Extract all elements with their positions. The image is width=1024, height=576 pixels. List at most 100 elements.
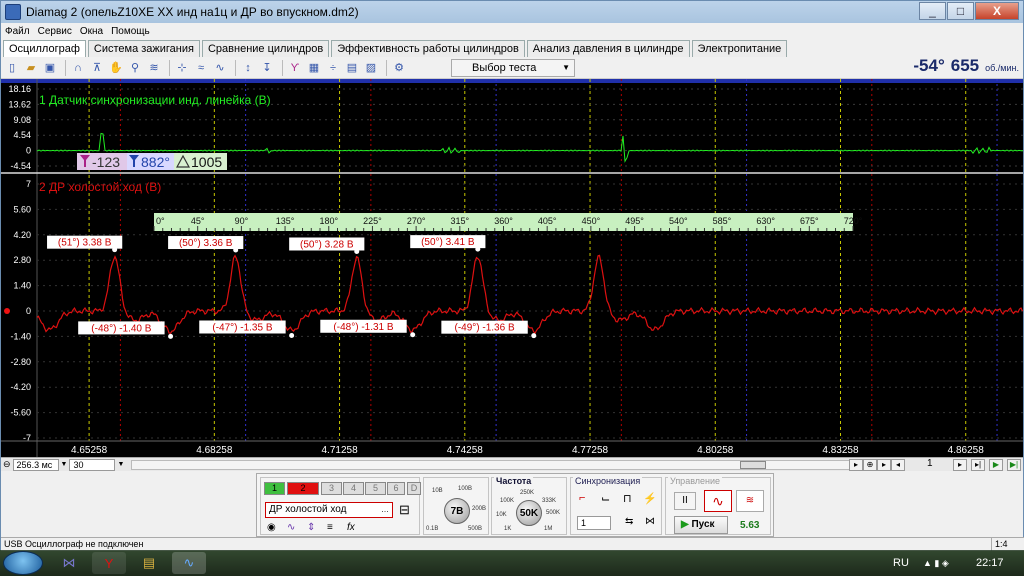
split-icon[interactable]: ⊹ xyxy=(174,60,190,76)
save-icon[interactable]: ▣ xyxy=(42,60,58,76)
sync-group: Синхронизация ⌐ ⌙ ⊓ ⚡ 1 ⇆ ⋈ xyxy=(570,476,662,535)
next-page-button[interactable]: ▸ xyxy=(953,459,967,471)
taskbar-app-yandex[interactable]: Y xyxy=(92,552,126,574)
scroll-thumb[interactable] xyxy=(740,461,766,469)
ch1-label: 1 Датчик синхронизации инд. линейка (В) xyxy=(39,93,271,107)
wave-icon[interactable]: ∿ xyxy=(287,522,295,533)
time-scrollbar[interactable] xyxy=(131,460,851,470)
test-select[interactable]: Выбор теста ▼ xyxy=(451,59,575,77)
tray-icons[interactable]: ▲ ▮ ◈ xyxy=(923,550,949,576)
channel-tab-d[interactable]: D xyxy=(407,482,421,495)
maximize-button[interactable]: □ xyxy=(947,2,974,20)
channel-tab-2[interactable]: 2 xyxy=(287,482,319,495)
freq-label-1k: 1K xyxy=(504,526,512,532)
count-select[interactable]: 30 xyxy=(69,458,116,471)
frequency-knob[interactable]: 50K xyxy=(516,500,542,526)
note-icon[interactable]: ▤ xyxy=(344,60,360,76)
ch2-zero-marker xyxy=(4,308,10,314)
layers-icon[interactable]: ≋ xyxy=(146,60,162,76)
manage-group: Управление II ∿ ≋ ▶ Пуск 5.63 xyxy=(665,476,771,535)
frequency-group: Частота 50K 250K 100K 333K 500K 10K 1M 1… xyxy=(491,476,567,535)
page-number: 1 xyxy=(927,458,933,469)
zoom-icon[interactable]: ⚲ xyxy=(127,60,143,76)
angle-ruler-label: 585° xyxy=(713,216,732,226)
table-icon[interactable]: ▦ xyxy=(306,60,322,76)
pause-button[interactable]: II xyxy=(674,492,696,510)
function-icon[interactable]: fx xyxy=(347,522,355,533)
sync-falling-icon[interactable]: ⌙ xyxy=(601,492,610,505)
tab-power[interactable]: Электропитание xyxy=(691,40,788,57)
cursor-measure-icon[interactable]: ∩ xyxy=(70,60,86,76)
menu-help[interactable]: Помощь xyxy=(107,24,154,39)
play-end-button[interactable]: ▶| xyxy=(1007,459,1021,471)
channel-tab-4[interactable]: 4 xyxy=(343,482,364,495)
channel-select[interactable]: ДР холостой ход … xyxy=(265,502,393,518)
scale-icon[interactable]: ⇕ xyxy=(307,522,315,533)
eye-icon[interactable]: ◉ xyxy=(267,522,276,533)
image-icon[interactable]: ▨ xyxy=(363,60,379,76)
channel-tab-1[interactable]: 1 xyxy=(264,482,285,495)
tab-oscilloscope[interactable]: Осциллограф xyxy=(3,40,86,57)
play-button[interactable]: ▶ xyxy=(989,459,1003,471)
sync-arrows-icon[interactable]: ⇆ xyxy=(625,516,633,527)
sync-auto-icon[interactable]: ⚡ xyxy=(643,492,657,505)
tab-pressure-analysis[interactable]: Анализ давления в цилиндре xyxy=(526,40,690,57)
timebase-select[interactable]: 256.3 мс xyxy=(12,458,59,471)
angle-ruler-label: 360° xyxy=(494,216,513,226)
sync-channel-value: 1 xyxy=(581,518,587,528)
menu-file[interactable]: Файл xyxy=(1,24,34,39)
tab-cylinder-compare[interactable]: Сравнение цилиндров xyxy=(201,40,330,57)
wave-compare-icon[interactable]: ∿ xyxy=(212,60,228,76)
sync-rising-icon[interactable]: ⌐ xyxy=(579,492,585,504)
zero-icon[interactable]: ↧ xyxy=(259,60,275,76)
menu-service[interactable]: Сервис xyxy=(34,24,76,39)
pulse-mode-button[interactable]: ≋ xyxy=(736,490,764,512)
sync-level-icon[interactable]: ⊓ xyxy=(623,492,632,505)
voltage-knob[interactable]: 7В xyxy=(444,498,470,524)
scope-svg[interactable]: 18.16 13.62 9.08 4.54 0 -4.54 1 Датчик синхрон… xyxy=(1,79,1024,457)
tab-cylinder-efficiency[interactable]: Эффективность работы цилиндров xyxy=(331,40,525,57)
cursor-edge-icon[interactable]: ⊼ xyxy=(89,60,105,76)
angle-ruler-label: 405° xyxy=(538,216,557,226)
sine-mode-button[interactable]: ∿ xyxy=(704,490,732,512)
oscilloscope-view[interactable]: 18.16 13.62 9.08 4.54 0 -4.54 1 Датчик синхрон… xyxy=(1,79,1024,457)
tab-ignition[interactable]: Система зажигания xyxy=(87,40,200,57)
top-marker-bar xyxy=(1,79,1023,83)
probe-icon[interactable]: ⊟ xyxy=(399,502,410,518)
ch2-y-tick: 1.40 xyxy=(13,281,31,291)
taskbar: ⋈ Y ▤ ∿ RU ▲ ▮ ◈ 22:17 xyxy=(0,550,1024,576)
channel-tab-5[interactable]: 5 xyxy=(365,482,386,495)
zoom-in-button[interactable]: ⊕ xyxy=(863,459,877,471)
close-button[interactable]: X xyxy=(975,2,1019,20)
frequency-title: Частота xyxy=(494,476,534,486)
hand-icon[interactable]: ✋ xyxy=(108,60,124,76)
filter-icon[interactable]: Ƴ xyxy=(287,60,303,76)
taskbar-app-diamag[interactable]: ∿ xyxy=(172,552,206,574)
start-button[interactable] xyxy=(3,551,43,575)
menu-windows[interactable]: Окна xyxy=(76,24,107,39)
prev-page-button[interactable]: ◂ xyxy=(891,459,905,471)
last-page-button[interactable]: ▸| xyxy=(971,459,985,471)
minimize-button[interactable]: _ xyxy=(919,2,946,20)
wave-overlay-icon[interactable]: ≈ xyxy=(193,60,209,76)
taskbar-app-1[interactable]: ⋈ xyxy=(52,552,86,574)
settings-icon[interactable]: ⚙ xyxy=(391,60,407,76)
language-indicator[interactable]: RU xyxy=(893,550,909,576)
sync-expand-icon[interactable]: ⋈ xyxy=(645,516,655,527)
divider-icon[interactable]: ÷ xyxy=(325,60,341,76)
title-bar: Diamag 2 (опельZ10XE ХХ инд на1ц и ДР во… xyxy=(1,1,1023,23)
cylinder-icon[interactable]: ↕ xyxy=(240,60,256,76)
start-button[interactable]: ▶ Пуск xyxy=(674,516,728,534)
channel-tab-3[interactable]: 3 xyxy=(321,482,342,495)
clock: 22:17 xyxy=(976,557,1004,569)
zoom-fit-button[interactable]: ▸ xyxy=(877,459,891,471)
voltage-label-10: 10В xyxy=(432,488,443,494)
scroll-right-button[interactable]: ▸ xyxy=(849,459,863,471)
lines-icon[interactable]: ≡ xyxy=(327,522,333,533)
channel-tab-6[interactable]: 6 xyxy=(387,482,405,495)
ch2-y-tick: -1.40 xyxy=(10,331,31,341)
open-folder-icon[interactable]: ▰ xyxy=(23,60,39,76)
taskbar-app-explorer[interactable]: ▤ xyxy=(132,552,166,574)
sync-channel-select[interactable]: 1 xyxy=(577,516,611,530)
new-file-icon[interactable]: ▯ xyxy=(4,60,20,76)
